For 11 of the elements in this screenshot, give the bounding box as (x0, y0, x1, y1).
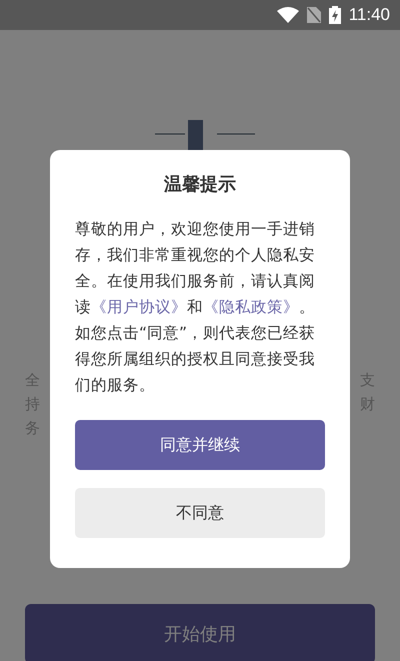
privacy-message: 尊敬的用户，欢迎您使用一手进销存，我们非常重视您的个人隐私安全。在使用我们服务前，请认真阅读《用户协议》和《隐私政策》。 如您点击“同意”，则代表您已经获得您所属组织的授权且同意接受我们的服务。 (75, 219, 316, 396)
battery-charging-icon (328, 6, 341, 24)
wifi-icon (276, 7, 299, 23)
start-button[interactable]: 开始使用 (25, 604, 375, 661)
policy-link[interactable]: 《用户协议》 (91, 298, 187, 316)
disagree-button[interactable]: 不同意 (75, 488, 325, 538)
policy-link[interactable]: 《隐私政策》 (203, 298, 299, 316)
no-sim-icon (306, 7, 321, 23)
agree-button[interactable]: 同意并继续 (75, 420, 325, 470)
dialog-title: 温馨提示 (162, 173, 237, 196)
clock-time: 11:40 (348, 5, 390, 25)
